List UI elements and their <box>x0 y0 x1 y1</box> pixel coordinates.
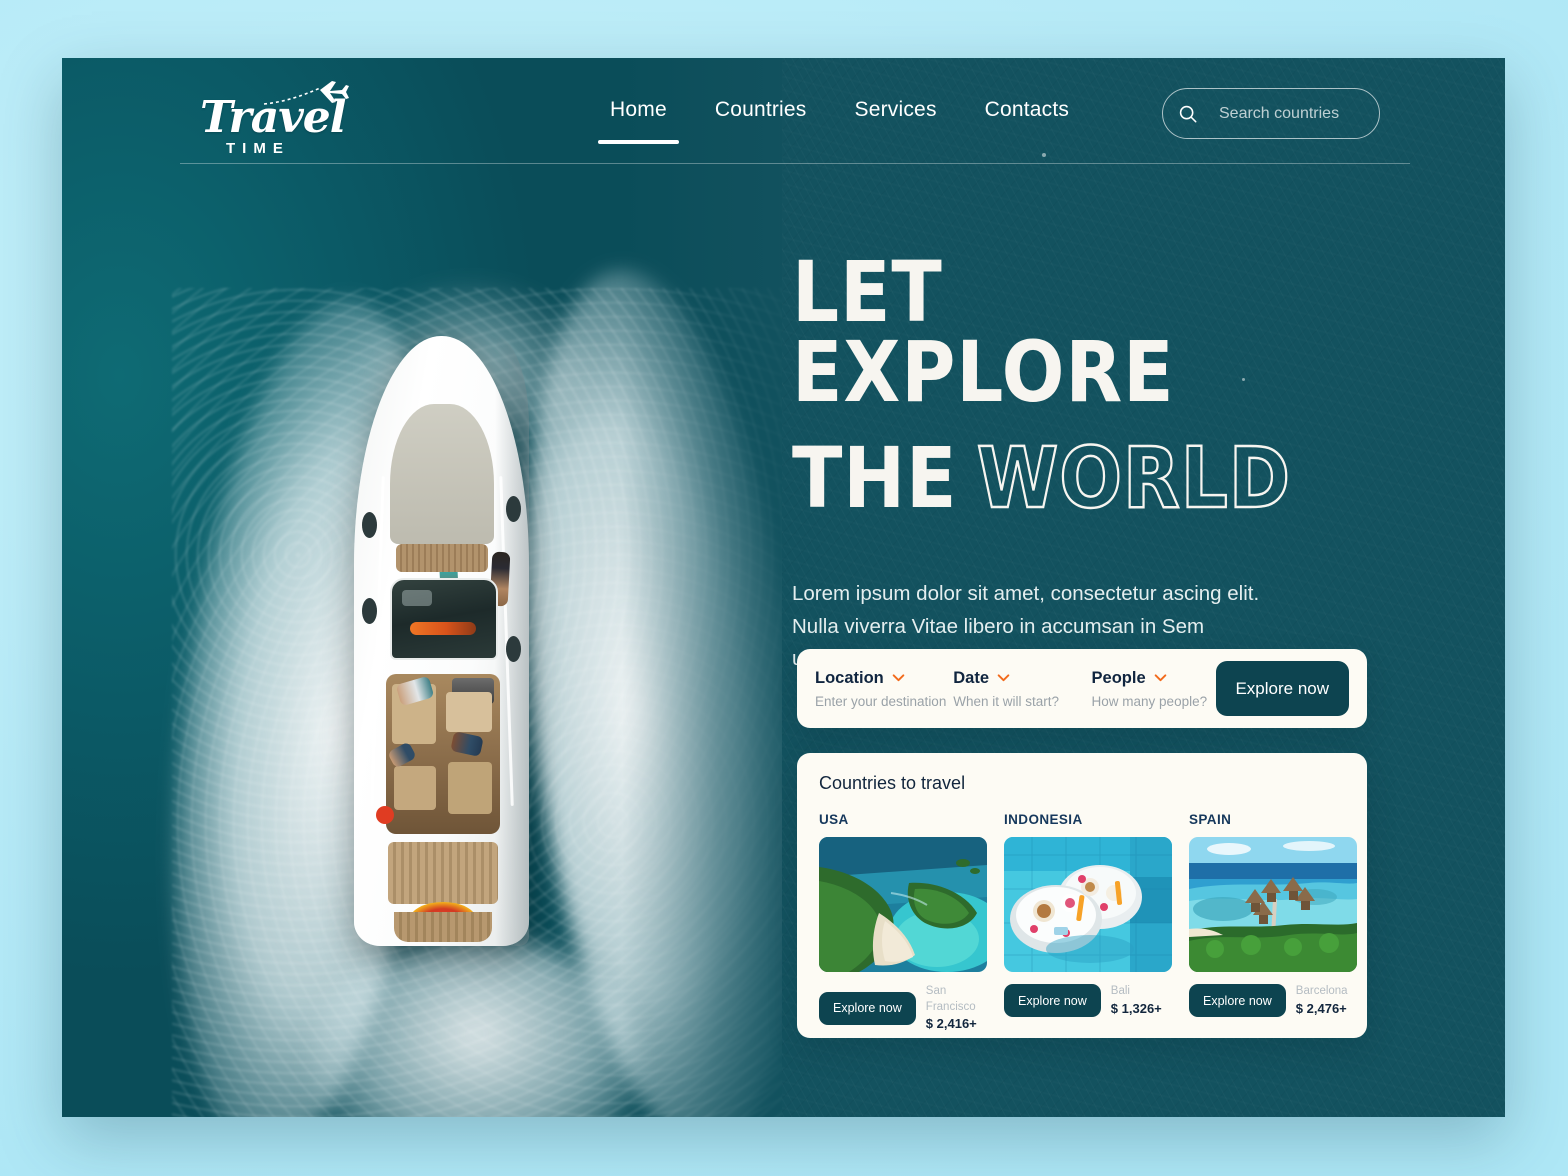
passenger-person <box>387 741 417 769</box>
yacht-cockpit <box>386 674 500 834</box>
booking-search-bar: Location Enter your destination Date Whe… <box>797 649 1367 728</box>
header-divider <box>180 163 1410 164</box>
fore-sun-deck <box>390 404 511 607</box>
date-label: Date <box>953 668 990 687</box>
passenger-person <box>450 731 484 757</box>
cockpit-seat <box>446 692 492 732</box>
city-name: San Francisco <box>925 985 976 1013</box>
country-name: INDONESIA <box>1004 812 1083 827</box>
chevron-down-icon[interactable] <box>892 674 905 682</box>
booking-field-date[interactable]: Date When it will start? <box>953 669 1091 709</box>
headline-line-1: LET EXPLORE <box>792 243 1175 421</box>
country-name: USA <box>819 812 849 827</box>
explore-now-button-indonesia[interactable]: Explore now <box>1004 984 1101 1018</box>
country-item-usa: USA Explore now San Francisco $ 2,416+ <box>819 812 987 1033</box>
countries-grid: USA Explore now San Francisco $ 2,416+ I… <box>819 812 1357 1033</box>
headline-world-outline: WORLD <box>976 428 1291 527</box>
windshield-glint <box>402 590 432 606</box>
country-footer: Explore now Bali $ 1,326+ <box>1004 984 1172 1018</box>
country-item-spain: SPAIN Explore now Barcelona $ 2,476+ <box>1189 812 1357 1033</box>
hull-fender <box>506 496 521 522</box>
countries-card: Countries to travel USA Explore now San … <box>797 753 1367 1038</box>
search-icon <box>1179 105 1197 122</box>
hero-copy: LET EXPLORE THE WORLD Lorem ipsum dolor … <box>792 243 1412 676</box>
hull-fender <box>506 636 521 662</box>
aerial-coastline-photo[interactable] <box>819 837 987 972</box>
nav-item-countries[interactable]: Countries <box>691 94 831 144</box>
hero-section: Travel TIME Home Countries Services Cont… <box>62 58 1505 1117</box>
booking-field-location[interactable]: Location Enter your destination <box>815 669 953 709</box>
city-name: Bali <box>1110 985 1130 997</box>
swim-platform <box>394 912 492 942</box>
country-item-indonesia: INDONESIA Explore now Bali $ 1,326+ <box>1004 812 1172 1033</box>
price-block: San Francisco $ 2,416+ <box>926 984 987 1033</box>
hull-fender <box>362 512 377 538</box>
search-box[interactable] <box>1162 88 1426 139</box>
nav-item-home[interactable]: Home <box>586 94 691 144</box>
chevron-down-icon[interactable] <box>997 674 1010 682</box>
floating-breakfast-pool-photo[interactable] <box>1004 837 1172 972</box>
people-sublabel: How many people? <box>1091 693 1208 709</box>
wakeboard-equipment <box>410 622 476 635</box>
teak-deck-aft <box>388 842 498 904</box>
country-name: SPAIN <box>1189 812 1232 827</box>
country-footer: Explore now San Francisco $ 2,416+ <box>819 984 987 1033</box>
life-ring <box>376 806 394 824</box>
headline-the: THE <box>792 428 958 527</box>
yacht-windshield <box>390 578 498 660</box>
people-label: People <box>1091 668 1146 687</box>
countries-card-title: Countries to travel <box>819 773 966 793</box>
headline-line-2: THE WORLD <box>792 428 1338 527</box>
city-name: Barcelona <box>1295 985 1348 997</box>
booking-label-row: People <box>1092 669 1216 688</box>
floating-tray-illustration <box>1004 837 1172 972</box>
cockpit-seat <box>448 762 492 814</box>
hull-fender <box>362 598 377 624</box>
date-sublabel: When it will start? <box>953 693 1060 709</box>
overwater-bungalows-photo[interactable] <box>1189 837 1357 972</box>
booking-label-row: Date <box>953 669 1091 688</box>
nav-item-contacts[interactable]: Contacts <box>961 94 1093 144</box>
chevron-down-icon[interactable] <box>1154 674 1167 682</box>
nav-item-services[interactable]: Services <box>831 94 961 144</box>
brand-script-text: Travel <box>200 92 347 143</box>
booking-field-people[interactable]: People How many people? <box>1092 669 1216 709</box>
brand-sub-text: TIME <box>226 140 290 157</box>
teak-deck-forward <box>396 544 488 572</box>
booking-label-row: Location <box>815 669 953 688</box>
price-block: Barcelona $ 2,476+ <box>1296 984 1348 1017</box>
coastline-illustration <box>819 837 987 972</box>
yacht-hull <box>354 336 529 946</box>
location-sublabel: Enter your destination <box>815 693 947 709</box>
explore-now-button-usa[interactable]: Explore now <box>819 991 916 1025</box>
price-value: $ 2,476+ <box>1295 1000 1347 1016</box>
search-input[interactable] <box>1219 104 1426 123</box>
location-label: Location <box>815 668 884 687</box>
country-footer: Explore now Barcelona $ 2,476+ <box>1189 984 1357 1018</box>
price-value: $ 1,326+ <box>1110 1000 1162 1016</box>
lagoon-bungalows-illustration <box>1189 837 1357 972</box>
cockpit-seat <box>394 766 436 810</box>
explore-now-button-spain[interactable]: Explore now <box>1189 984 1286 1018</box>
price-block: Bali $ 1,326+ <box>1111 984 1162 1017</box>
site-header: Travel TIME Home Countries Services Cont… <box>62 58 1505 218</box>
main-navigation: Home Countries Services Contacts <box>586 94 1093 144</box>
price-value: $ 2,416+ <box>925 1016 977 1032</box>
brand-logo[interactable]: Travel TIME <box>200 80 400 162</box>
explore-now-button[interactable]: Explore now <box>1215 661 1349 716</box>
